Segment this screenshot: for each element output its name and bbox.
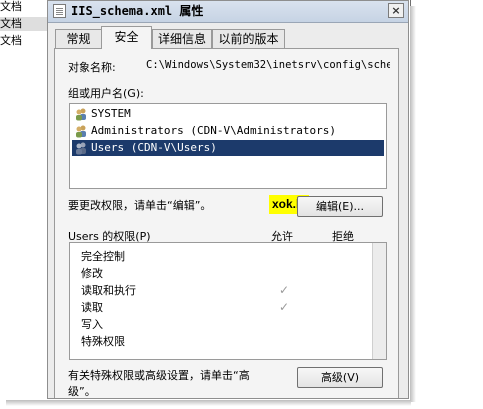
advanced-help-text-line2: 级”。	[68, 385, 96, 398]
change-permission-text: 要更改权限，请单击“编辑”。	[68, 199, 212, 212]
users-icon	[76, 108, 86, 121]
permission-name: 修改	[81, 267, 103, 280]
tab-previous-versions[interactable]: 以前的版本	[212, 29, 285, 48]
left-list-item[interactable]: 文档	[0, 0, 48, 14]
title-bar[interactable]: IIS_schema.xml 属性 ×	[48, 1, 408, 23]
permission-name: 读取和执行	[81, 284, 136, 297]
frame-shadow-bottom	[6, 400, 411, 406]
permission-row: 写入	[81, 316, 381, 333]
scrollbar[interactable]	[372, 243, 386, 359]
permission-row: 完全控制	[81, 248, 381, 265]
permission-row: 读取 ✓	[81, 299, 381, 316]
users-icon	[76, 125, 86, 138]
left-list-item[interactable]: 文档	[0, 34, 48, 48]
permission-row: 修改	[81, 265, 381, 282]
permission-name: 特殊权限	[81, 335, 125, 348]
users-icon	[76, 142, 86, 155]
allow-check-icon: ✓	[279, 300, 290, 314]
frame-shadow-right	[410, 6, 416, 402]
document-icon	[53, 4, 66, 18]
permission-name: 写入	[81, 318, 103, 331]
properties-dialog: IIS_schema.xml 属性 × 常规 安全 详细信息 以前的版本 对象名…	[47, 0, 409, 399]
object-name-value: C:\Windows\System32\inetsrv\config\schem	[146, 59, 390, 71]
permissions-list: 完全控制 修改 读取和执行 ✓ 读取 ✓ 写入 特殊权限	[69, 242, 387, 360]
close-button[interactable]: ×	[388, 3, 404, 18]
allow-check-icon: ✓	[279, 283, 290, 297]
tab-details[interactable]: 详细信息	[152, 29, 212, 48]
left-list-item[interactable]: 文档	[0, 17, 48, 31]
list-item-selected[interactable]: Users (CDN-V\Users)	[72, 140, 384, 156]
user-name: Administrators (CDN-V\Administrators)	[91, 124, 337, 137]
user-name: SYSTEM	[91, 107, 131, 120]
tab-security[interactable]: 安全	[101, 26, 152, 49]
list-item[interactable]: Administrators (CDN-V\Administrators)	[72, 123, 384, 139]
user-name: Users (CDN-V\Users)	[91, 141, 217, 154]
list-item[interactable]: SYSTEM	[72, 106, 384, 122]
advanced-help-text-line1: 有关特殊权限或高级设置，请单击“高	[68, 369, 250, 382]
dialog-title: IIS_schema.xml 属性	[71, 4, 204, 18]
edit-button[interactable]: 编辑(E)...	[297, 196, 383, 217]
permission-name: 完全控制	[81, 250, 125, 263]
permission-name: 读取	[81, 301, 103, 314]
permission-row: 读取和执行 ✓	[81, 282, 381, 299]
tab-general[interactable]: 常规	[55, 29, 102, 48]
advanced-button[interactable]: 高级(V)	[297, 367, 383, 388]
object-name-label: 对象名称:	[68, 61, 116, 74]
left-file-list: 文档 文档 文档	[0, 0, 48, 409]
user-listbox[interactable]: SYSTEM Administrators (CDN-V\Administrat…	[69, 103, 387, 189]
permission-row: 特殊权限	[81, 333, 381, 350]
group-label: 组或用户名(G):	[68, 87, 144, 100]
